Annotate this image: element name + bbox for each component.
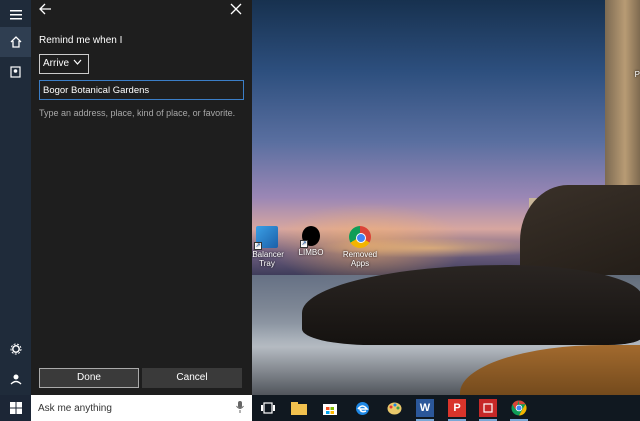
settings-icon[interactable]	[0, 334, 31, 364]
photo-icon[interactable]	[479, 399, 497, 421]
shortcut-arrow-icon: ↗	[254, 242, 262, 250]
cancel-button[interactable]: Cancel	[142, 368, 242, 388]
pdf-icon-letter: P	[453, 402, 461, 414]
shortcut-arrow-icon: ↗	[300, 240, 308, 248]
done-button[interactable]: Done	[39, 368, 139, 388]
home-icon[interactable]	[0, 27, 31, 57]
desktop-icon-label: Apps	[350, 259, 370, 268]
notebook-icon[interactable]	[0, 57, 31, 87]
limbo-app-icon: ↗	[300, 226, 320, 248]
chevron-down-icon	[73, 57, 82, 68]
search-placeholder: Ask me anything	[38, 403, 112, 414]
store-icon[interactable]	[321, 399, 339, 417]
close-icon[interactable]	[230, 2, 242, 20]
windows-logo-icon[interactable]	[0, 395, 31, 421]
panel-top-bar	[31, 0, 252, 24]
paint-icon[interactable]	[385, 399, 403, 417]
desktop-icon-label: Removed	[342, 250, 378, 259]
trigger-dropdown[interactable]: Arrive	[39, 54, 89, 74]
desktop-icon-limbo[interactable]: ↗ LIMBO	[287, 226, 335, 257]
word-icon-letter: W	[419, 402, 431, 414]
hamburger-menu-icon[interactable]	[0, 0, 31, 30]
reminder-heading: Remind me when I	[39, 35, 123, 46]
chrome-app-icon	[349, 226, 371, 248]
place-hint: Type an address, place, kind of place, o…	[39, 108, 236, 118]
cortana-search-box[interactable]: Ask me anything	[31, 395, 252, 421]
place-input[interactable]	[39, 80, 244, 100]
word-icon[interactable]: W	[416, 399, 434, 421]
desktop-icon-removed-apps[interactable]: Removed Apps	[336, 226, 384, 268]
chrome-icon[interactable]	[510, 399, 528, 421]
feedback-icon[interactable]	[0, 364, 31, 394]
desktop-wallpaper: P	[252, 0, 640, 395]
trigger-selected-value: Arrive	[43, 58, 70, 69]
file-explorer-icon[interactable]	[290, 399, 308, 417]
microphone-icon[interactable]	[236, 401, 244, 416]
taskbar: Ask me anything W P	[0, 395, 640, 421]
cortana-rail	[0, 0, 31, 395]
edge-icon[interactable]	[353, 399, 371, 417]
pdf-icon[interactable]: P	[448, 399, 466, 421]
desktop-icon-label: LIMBO	[298, 248, 324, 257]
desktop-edge-label: P	[634, 70, 640, 79]
reminder-panel: Remind me when I Arrive Type an address,…	[31, 0, 252, 395]
balancer-app-icon: ↗	[254, 226, 278, 250]
task-view-icon[interactable]	[259, 399, 277, 417]
back-arrow-icon[interactable]	[38, 2, 52, 19]
